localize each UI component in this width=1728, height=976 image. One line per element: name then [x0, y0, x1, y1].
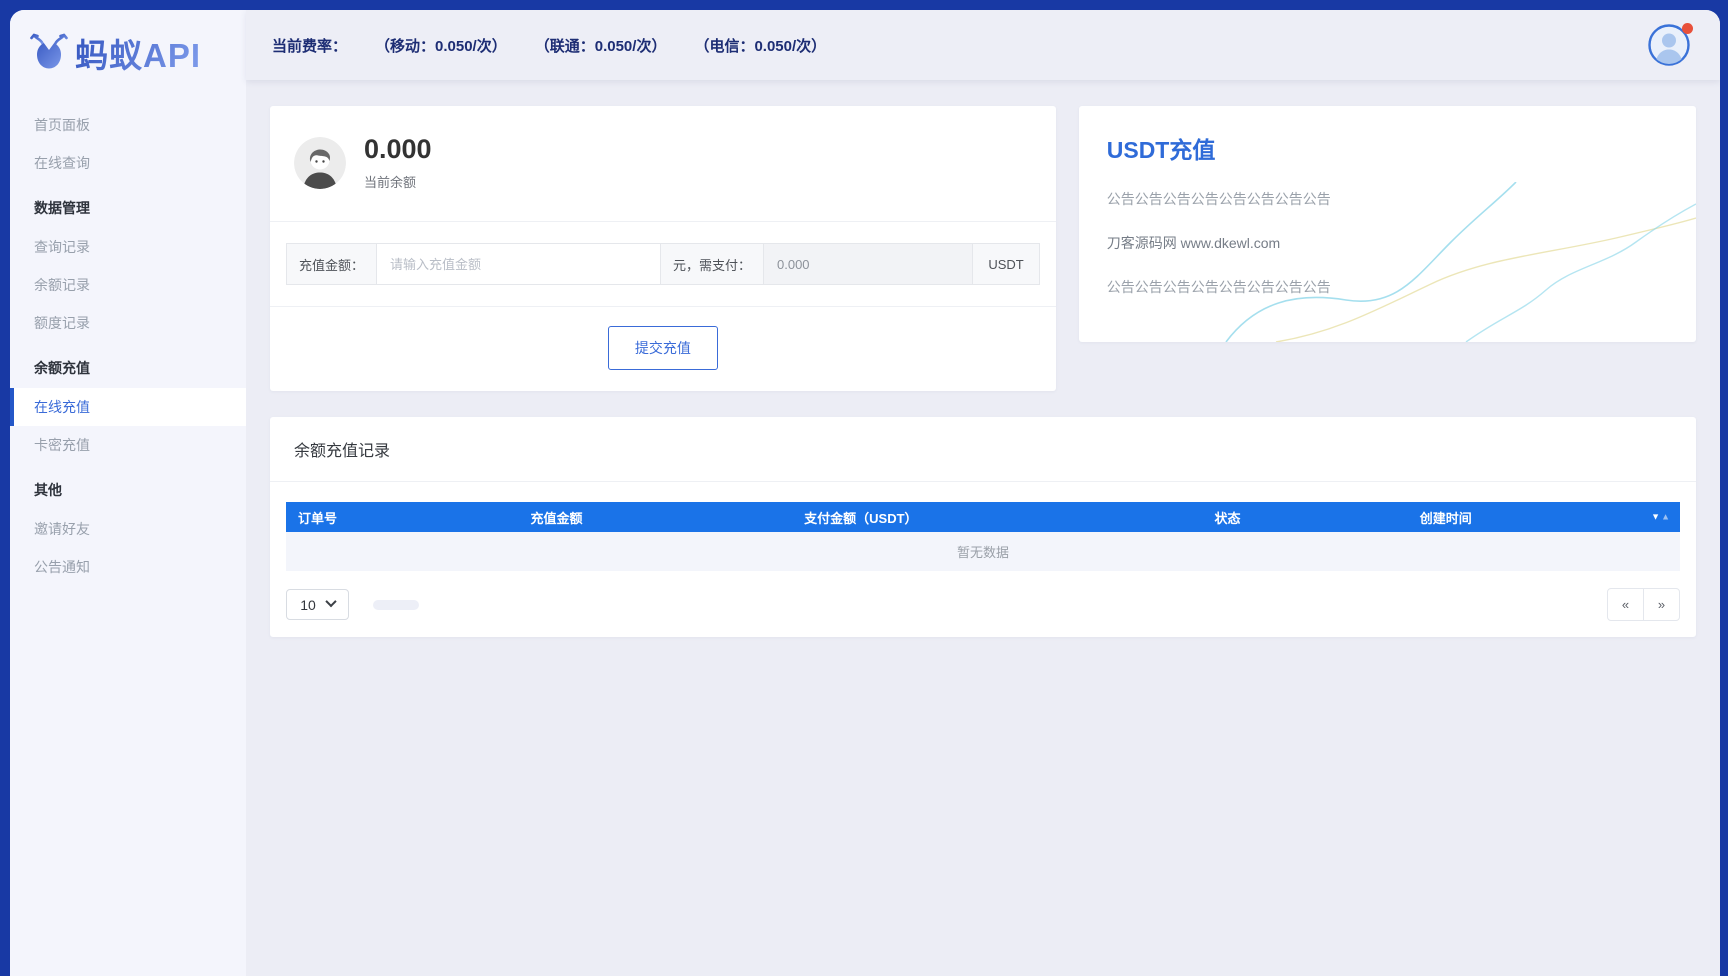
- column-header-4: 创建时间: [1419, 510, 1472, 526]
- sidebar-item-11[interactable]: 公告通知: [10, 548, 246, 586]
- sidebar: 蚂蚁API 首页面板 在线查询数据管理查询记录 余额记录 额度记录余额充值在线充值 卡密…: [10, 10, 246, 976]
- sidebar-item-0[interactable]: 首页面板: [10, 106, 246, 144]
- logo-text: 蚂蚁API: [75, 29, 201, 77]
- sidebar-item-8[interactable]: 卡密充值: [10, 426, 246, 464]
- recharge-amount-label: 充值金额：: [287, 244, 378, 284]
- column-header-0: 订单号: [298, 510, 338, 526]
- sidebar-item-5[interactable]: 额度记录: [10, 304, 246, 342]
- balance-avatar: [294, 136, 346, 189]
- pay-amount-label: 元，需支付：: [659, 244, 764, 284]
- sidebar-section-9: 其他: [34, 482, 62, 498]
- sidebar-section-2: 数据管理: [34, 200, 90, 216]
- column-header-1: 充值金额: [530, 510, 583, 526]
- rate-unicom: （联通：0.050/次）: [534, 37, 667, 55]
- user-avatar[interactable]: [1648, 23, 1693, 66]
- usdt-panel-title: USDT充值: [1106, 137, 1216, 163]
- rates-label: 当前费率：: [272, 37, 348, 55]
- rate-mobile: （移动：0.050/次）: [375, 37, 507, 55]
- topbar: 当前费率： （移动：0.050/次） （联通：0.050/次） （电信：0.05…: [246, 10, 1720, 80]
- usdt-panel: USDT充值 公告公告公告公告公告公告公告公告 刀客源码网 www.dkewl.…: [1078, 106, 1696, 342]
- sort-asc-icon: ▲: [1661, 511, 1670, 522]
- balance-label: 当前余额: [364, 175, 417, 190]
- page-size-value: 10: [300, 596, 316, 613]
- sidebar-section-6: 余额充值: [34, 360, 90, 376]
- table-empty-state: 暂无数据: [286, 532, 1680, 571]
- app-window: 蚂蚁API 首页面板 在线查询数据管理查询记录 余额记录 额度记录余额充值在线充值 卡密…: [10, 10, 1720, 976]
- submit-recharge-button[interactable]: 提交充值: [607, 326, 718, 370]
- balance-card: 0.000 当前余额 充值金额： 元，需支付： USDT: [270, 106, 1056, 391]
- page-info-placeholder: [373, 599, 419, 610]
- current-rates: 当前费率： （移动：0.050/次） （联通：0.050/次） （电信：0.05…: [272, 35, 826, 56]
- table-header: 订单号 充值金额 支付金额（USDT） 状态 创建时间 ▼▲: [286, 502, 1680, 532]
- sidebar-item-1[interactable]: 在线查询: [10, 144, 246, 182]
- records-card: 余额充值记录 订单号 充值金额 支付金额（USDT） 状态 创建时间 ▼▲ 暂无数据 1…: [270, 417, 1696, 637]
- page-content: 0.000 当前余额 充值金额： 元，需支付： USDT: [246, 80, 1720, 976]
- sort-desc-icon: ▼: [1651, 511, 1661, 522]
- pagination: 10 « »: [286, 588, 1680, 621]
- announcement-site: 刀客源码网 www.dkewl.com: [1106, 235, 1281, 251]
- sidebar-item-10[interactable]: 邀请好友: [10, 510, 246, 548]
- sidebar-menu: 首页面板 在线查询数据管理查询记录 余额记录 额度记录余额充值在线充值 卡密充值其他邀请…: [10, 96, 246, 976]
- sidebar-item-4[interactable]: 余额记录: [10, 266, 246, 304]
- column-header-2: 支付金额（USDT）: [804, 510, 918, 526]
- next-page-button[interactable]: »: [1643, 588, 1680, 621]
- notification-dot: [1682, 23, 1693, 34]
- logo: 蚂蚁API: [10, 10, 246, 96]
- announcement-line: 公告公告公告公告公告公告公告公告: [1106, 279, 1331, 295]
- chevron-down-icon: [325, 595, 337, 608]
- sidebar-item-3[interactable]: 查询记录: [10, 228, 246, 266]
- main-area: 当前费率： （移动：0.050/次） （联通：0.050/次） （电信：0.05…: [246, 10, 1720, 976]
- page-size-select[interactable]: 10: [286, 589, 349, 620]
- ant-logo-icon: [30, 31, 68, 76]
- records-title: 余额充值记录: [270, 417, 1696, 482]
- currency-suffix: USDT: [972, 244, 1039, 284]
- prev-page-button[interactable]: «: [1607, 588, 1644, 621]
- balance-amount: 0.000: [364, 134, 432, 164]
- sidebar-item-7[interactable]: 在线充值: [10, 388, 246, 426]
- sort-icon[interactable]: ▼▲: [1651, 511, 1670, 522]
- recharge-amount-input[interactable]: [377, 244, 660, 284]
- column-header-3: 状态: [1214, 510, 1241, 526]
- rate-telecom: （电信：0.050/次）: [694, 37, 827, 55]
- recharge-form: 充值金额： 元，需支付： USDT: [286, 243, 1040, 285]
- pay-amount-value: [764, 244, 973, 284]
- announcement-line: 公告公告公告公告公告公告公告公告: [1106, 191, 1331, 207]
